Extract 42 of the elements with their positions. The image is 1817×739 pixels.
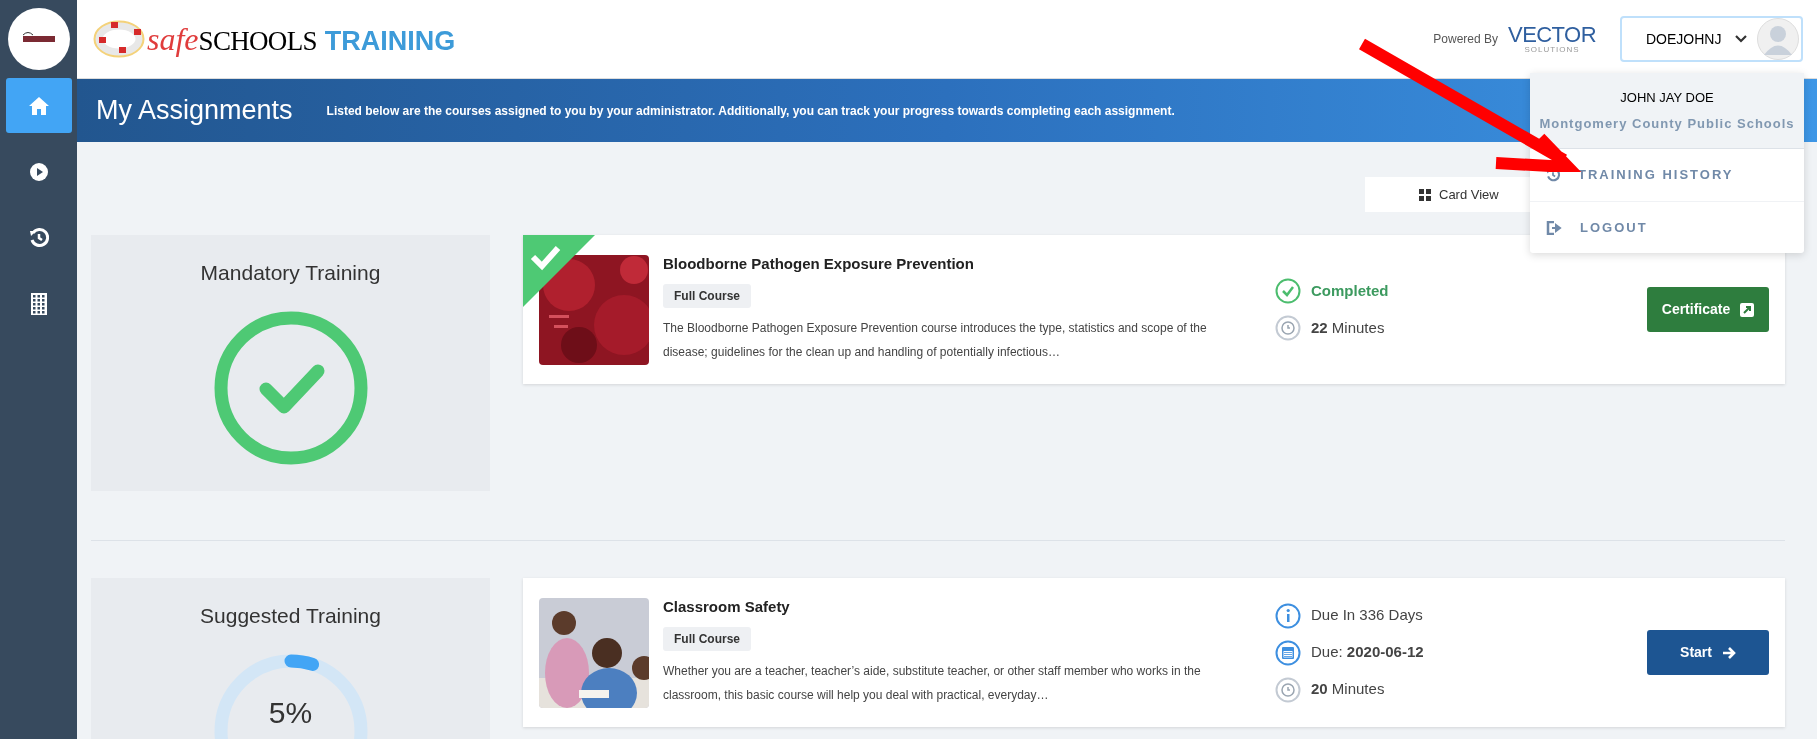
course-title: Classroom Safety bbox=[663, 597, 791, 617]
logo-icon bbox=[7, 8, 70, 70]
page-description: Listed below are the courses assigned to you by your administrator. Additionally, you can track your progress towards completing each assignment. bbox=[326, 102, 1175, 120]
logout-icon bbox=[1546, 220, 1562, 235]
certificate-button[interactable]: Certificate bbox=[1647, 287, 1769, 332]
grid-icon bbox=[1419, 188, 1431, 201]
external-link-icon bbox=[1740, 302, 1755, 317]
status-text: Due: 2020-06-12 bbox=[1311, 642, 1424, 663]
status-text: Due In 336 Days bbox=[1311, 605, 1423, 626]
user-menu-button[interactable]: DOEJOHNJ bbox=[1620, 16, 1803, 62]
vendor-logo: VECTOR SOLUTIONS bbox=[1508, 24, 1596, 54]
status-text: Completed bbox=[1311, 280, 1389, 301]
course-description: Whether you are a teacher, teacher’s aide, substitute teacher, or other staff member who works in the classroom, this basic course will help you deal with practical, everyday… bbox=[663, 662, 1202, 704]
check-circle-icon bbox=[1275, 278, 1301, 304]
status-text: 20 Minutes bbox=[1311, 679, 1385, 700]
powered-by-text: Powered By bbox=[1433, 31, 1498, 48]
calendar-icon bbox=[1275, 639, 1301, 666]
avatar-icon bbox=[1757, 18, 1799, 60]
progress-percent: 5% bbox=[268, 695, 313, 730]
play-icon bbox=[28, 161, 49, 182]
section-title: Mandatory Training bbox=[200, 260, 381, 286]
section-title: Suggested Training bbox=[200, 603, 381, 629]
clock-icon bbox=[1275, 676, 1301, 703]
user-organization: Montgomery County Public Schools bbox=[1539, 114, 1795, 133]
user-full-name: JOHN JAY DOE bbox=[1620, 89, 1714, 107]
clock-icon bbox=[1275, 315, 1301, 341]
course-tag: Full Course bbox=[663, 626, 751, 651]
menu-item[interactable]: LOGOUT bbox=[1530, 201, 1804, 253]
course-title: Bloodborne Pathogen Exposure Prevention bbox=[663, 254, 975, 274]
check-circle-icon bbox=[213, 310, 368, 465]
page-title: My Assignments bbox=[96, 94, 293, 128]
status-text: 22 Minutes bbox=[1311, 317, 1385, 338]
home-icon bbox=[27, 95, 50, 116]
course-tag: Full Course bbox=[663, 283, 751, 308]
history-icon bbox=[28, 227, 49, 248]
app-logo: safeSCHOOLS TRAINING bbox=[147, 20, 456, 59]
start-button[interactable]: Start bbox=[1647, 630, 1769, 675]
building-icon bbox=[30, 292, 47, 315]
info-icon bbox=[1275, 602, 1301, 629]
course-description: The Bloodborne Pathogen Exposure Prevention course introduces the type, statistics and scope of the disease; guidelines for the clean up and handling of potentially infectious… bbox=[663, 319, 1208, 361]
chevron-down-icon bbox=[1735, 35, 1748, 43]
arrow-right-icon bbox=[1721, 645, 1736, 660]
